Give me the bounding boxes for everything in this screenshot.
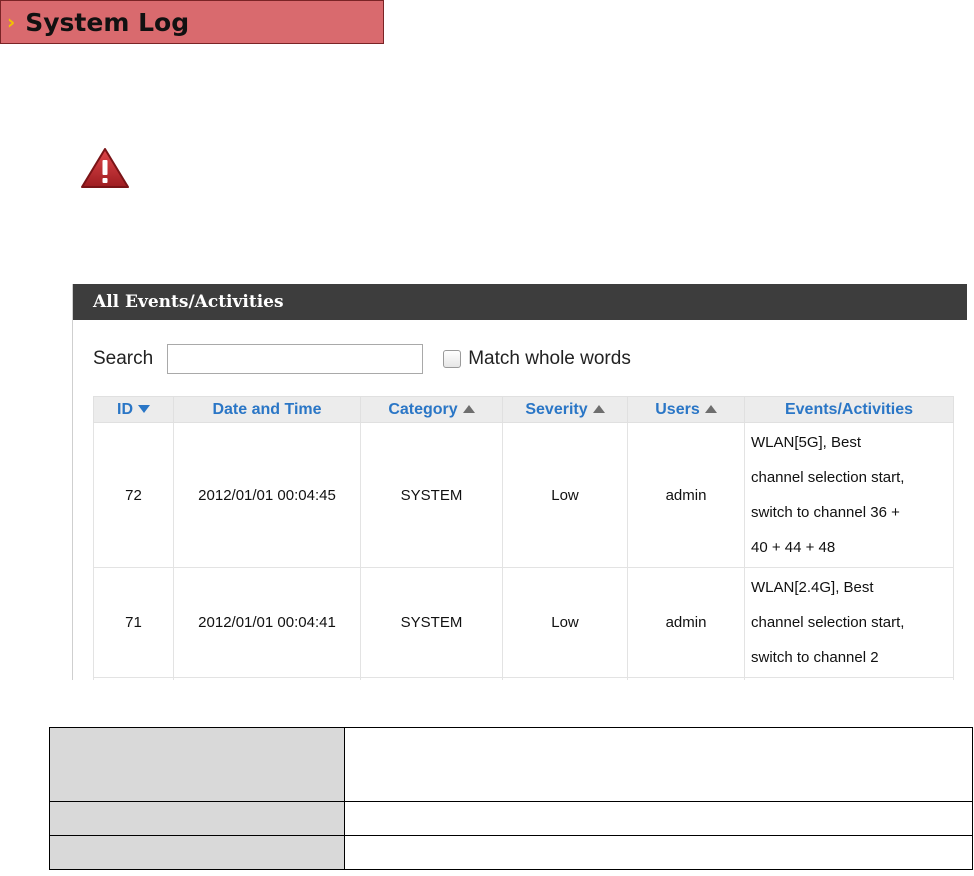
- column-header-id[interactable]: ID: [93, 396, 174, 423]
- description-row: [49, 801, 973, 836]
- cell-empty: [93, 677, 174, 680]
- column-header-events[interactable]: Events/Activities: [744, 396, 954, 423]
- description-value-cell: [344, 835, 973, 870]
- column-header-severity[interactable]: Severity: [502, 396, 628, 423]
- match-whole-words-label: Match whole words: [468, 348, 631, 369]
- events-table: ID Date and Time Category Severity Users…: [93, 396, 954, 680]
- page-title: System Log: [25, 7, 190, 37]
- column-header-category[interactable]: Category: [360, 396, 503, 423]
- event-line: WLAN[5G], Best: [751, 434, 862, 451]
- cell-empty: [744, 677, 954, 680]
- sort-asc-icon: [462, 405, 475, 414]
- description-key-cell: [49, 801, 345, 836]
- search-row: Search Match whole words: [93, 342, 631, 376]
- table-row: [93, 677, 954, 680]
- column-header-date-time[interactable]: Date and Time: [173, 396, 361, 423]
- sort-desc-icon: [138, 405, 150, 414]
- cell-event: WLAN[2.4G], Best channel selection start…: [744, 567, 954, 678]
- description-row: [49, 727, 973, 802]
- search-input[interactable]: [167, 344, 424, 374]
- sort-asc-icon: [592, 405, 605, 414]
- cell-datetime: 2012/01/01 00:04:41: [173, 567, 361, 678]
- description-row: [49, 835, 973, 870]
- event-line: switch to channel 36 +: [751, 504, 900, 521]
- table-header-row: ID Date and Time Category Severity Users…: [93, 396, 954, 423]
- cell-severity: Low: [502, 567, 628, 678]
- warning-triangle-icon: [81, 148, 129, 188]
- description-table: [49, 727, 973, 870]
- table-row: 71 2012/01/01 00:04:41 SYSTEM Low admin …: [93, 567, 954, 678]
- cell-category: SYSTEM: [360, 422, 503, 568]
- cell-event: WLAN[5G], Best channel selection start, …: [744, 422, 954, 568]
- description-key-cell: [49, 835, 345, 870]
- cell-category: SYSTEM: [360, 567, 503, 678]
- cell-empty: [627, 677, 745, 680]
- event-line: WLAN[2.4G], Best: [751, 579, 874, 596]
- cell-severity: Low: [502, 422, 628, 568]
- cell-empty: [502, 677, 628, 680]
- event-line: switch to channel 2: [751, 649, 879, 666]
- event-line: 40 + 44 + 48: [751, 539, 836, 556]
- cell-empty: [173, 677, 361, 680]
- column-header-users[interactable]: Users: [627, 396, 745, 423]
- description-value-cell: [344, 727, 973, 802]
- cell-user: admin: [627, 567, 745, 678]
- cell-id: 71: [93, 567, 174, 678]
- event-line: channel selection start,: [751, 469, 905, 486]
- checkbox-icon[interactable]: [443, 350, 462, 368]
- cell-datetime: 2012/01/01 00:04:45: [173, 422, 361, 568]
- cell-user: admin: [627, 422, 745, 568]
- search-label: Search: [93, 348, 154, 369]
- description-key-cell: [49, 727, 345, 802]
- match-whole-words-toggle[interactable]: Match whole words: [443, 348, 631, 370]
- panel-title: All Events/Activities: [93, 292, 284, 312]
- panel-header: All Events/Activities: [73, 284, 967, 320]
- event-line: channel selection start,: [751, 614, 905, 631]
- description-value-cell: [344, 801, 973, 836]
- cell-empty: [360, 677, 503, 680]
- section-banner: › System Log: [0, 0, 384, 44]
- chevron-right-icon: ›: [7, 10, 16, 34]
- cell-id: 72: [93, 422, 174, 568]
- events-panel: All Events/Activities Search Match whole…: [72, 284, 967, 680]
- sort-asc-icon: [704, 405, 717, 414]
- table-row: 72 2012/01/01 00:04:45 SYSTEM Low admin …: [93, 422, 954, 568]
